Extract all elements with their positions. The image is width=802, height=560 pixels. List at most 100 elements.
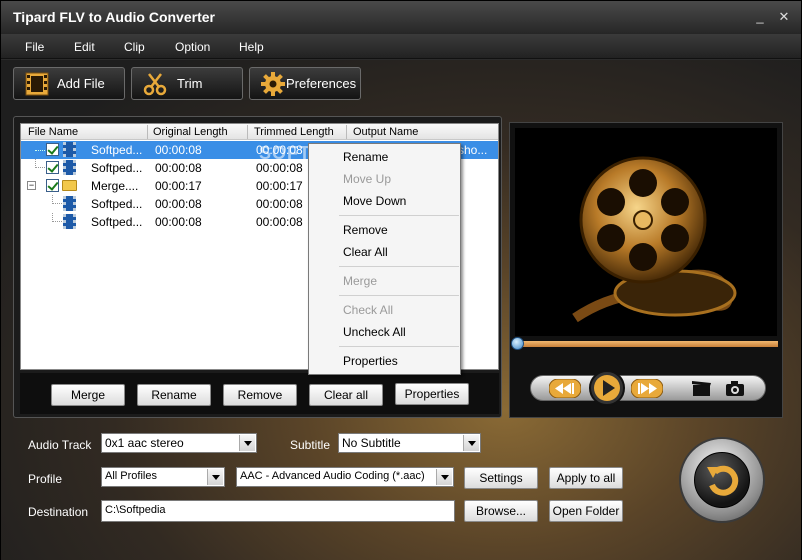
audio-track-label: Audio Track xyxy=(28,438,92,452)
video-preview xyxy=(515,128,777,336)
destination-field[interactable] xyxy=(101,500,455,522)
open-folder-button[interactable]: Open Folder xyxy=(549,500,623,522)
add-file-button[interactable]: Add File xyxy=(13,67,125,100)
convert-button[interactable] xyxy=(679,437,765,523)
profile-label: Profile xyxy=(28,472,63,486)
close-button[interactable]: ✕ xyxy=(776,9,792,25)
remove-button[interactable]: Remove xyxy=(223,384,297,406)
ctx-properties[interactable]: Properties xyxy=(343,354,398,368)
menu-help[interactable]: Help xyxy=(239,40,264,54)
ctx-uncheck-all[interactable]: Uncheck All xyxy=(343,325,406,339)
ctx-move-down[interactable]: Move Down xyxy=(343,194,406,208)
chevron-down-icon xyxy=(239,435,255,451)
trim-label: Trim xyxy=(177,76,203,91)
cell-original-length: 00:00:08 xyxy=(155,143,202,157)
fast-forward-icon[interactable] xyxy=(631,379,663,398)
cell-file-name: Softped... xyxy=(91,197,143,211)
chevron-down-icon xyxy=(463,435,479,451)
profile-select[interactable]: AAC - Advanced Audio Coding (*.aac) xyxy=(236,467,454,487)
playback-controls xyxy=(530,370,766,406)
destination-input[interactable] xyxy=(105,504,445,516)
rename-button[interactable]: Rename xyxy=(137,384,211,406)
cell-file-name: Softped... xyxy=(91,215,143,229)
video-file-icon xyxy=(63,196,76,211)
col-divider[interactable] xyxy=(346,125,347,139)
play-icon[interactable] xyxy=(589,370,625,406)
cell-file-name: Softped... xyxy=(91,161,143,175)
trim-button[interactable]: Trim xyxy=(131,67,243,100)
convert-refresh-icon xyxy=(707,465,739,496)
col-file-name[interactable]: File Name xyxy=(28,126,78,138)
cell-trimmed-length: 00:00:17 xyxy=(256,179,303,193)
ctx-remove[interactable]: Remove xyxy=(343,223,388,237)
clear-all-button[interactable]: Clear all xyxy=(309,384,383,406)
collapse-expander[interactable]: − xyxy=(27,181,36,190)
ctx-check-all: Check All xyxy=(343,303,394,317)
file-list-header: File Name Original Length Trimmed Length… xyxy=(21,124,498,140)
audio-track-value: 0x1 aac stereo xyxy=(105,436,184,450)
cell-output-name: sho... xyxy=(458,143,488,157)
cell-original-length: 00:00:08 xyxy=(155,161,202,175)
subtitle-select[interactable]: No Subtitle xyxy=(338,433,481,453)
gear-icon xyxy=(261,72,285,96)
context-menu: Rename Move Up Move Down Remove Clear Al… xyxy=(308,143,461,375)
camera-icon[interactable] xyxy=(725,380,745,397)
video-file-icon xyxy=(63,160,76,175)
menu-separator xyxy=(339,295,459,296)
add-file-label: Add File xyxy=(57,76,105,91)
menu-edit[interactable]: Edit xyxy=(74,40,95,54)
tree-line xyxy=(52,195,62,204)
apply-to-all-button[interactable]: Apply to all xyxy=(549,467,623,489)
preferences-label: Preferences xyxy=(286,76,357,91)
window-title: Tipard FLV to Audio Converter xyxy=(13,9,215,25)
col-divider[interactable] xyxy=(247,125,248,139)
seek-bar[interactable] xyxy=(518,341,778,347)
rewind-icon[interactable] xyxy=(549,379,581,398)
profile-category-select[interactable]: All Profiles xyxy=(101,467,225,487)
ctx-merge: Merge xyxy=(343,274,378,288)
audio-track-select[interactable]: 0x1 aac stereo xyxy=(101,433,257,453)
preview-panel xyxy=(509,122,783,418)
scissors-icon xyxy=(143,73,167,96)
chevron-down-icon xyxy=(436,469,452,485)
cell-file-name: Softped... xyxy=(91,143,143,157)
list-button-bar: Merge Rename Remove Clear all Properties xyxy=(20,373,499,414)
clapperboard-icon[interactable] xyxy=(691,380,713,397)
film-strip-icon xyxy=(25,72,49,96)
menu-separator xyxy=(339,215,459,216)
merge-button[interactable]: Merge xyxy=(51,384,125,406)
properties-button[interactable]: Properties xyxy=(395,383,469,405)
row-checkbox[interactable] xyxy=(46,179,59,192)
menu-bar: File Edit Clip Option Help xyxy=(1,34,801,59)
video-file-icon xyxy=(63,142,76,157)
col-original-length[interactable]: Original Length xyxy=(153,126,228,138)
menu-separator xyxy=(339,346,459,347)
profile-category-value: All Profiles xyxy=(105,470,157,482)
cell-original-length: 00:00:08 xyxy=(155,215,202,229)
col-trimmed-length[interactable]: Trimmed Length xyxy=(254,126,334,138)
ctx-clear-all[interactable]: Clear All xyxy=(343,245,388,259)
video-file-icon xyxy=(63,214,76,229)
app-window: Tipard FLV to Audio Converter _ ✕ File E… xyxy=(0,0,802,560)
cell-file-name: Merge.... xyxy=(91,179,139,193)
menu-clip[interactable]: Clip xyxy=(124,40,145,54)
menu-separator xyxy=(339,266,459,267)
destination-label: Destination xyxy=(28,505,89,519)
col-divider[interactable] xyxy=(147,125,148,139)
chevron-down-icon xyxy=(207,469,223,485)
preferences-button[interactable]: Preferences xyxy=(249,67,361,100)
menu-option[interactable]: Option xyxy=(175,40,210,54)
col-output-name[interactable]: Output Name xyxy=(353,126,418,138)
row-checkbox[interactable] xyxy=(46,143,59,156)
settings-button[interactable]: Settings xyxy=(464,467,538,489)
minimize-button[interactable]: _ xyxy=(752,9,768,25)
seek-handle[interactable] xyxy=(511,337,524,350)
title-bar: Tipard FLV to Audio Converter _ ✕ xyxy=(1,1,801,34)
film-reel-image xyxy=(572,156,737,323)
row-checkbox[interactable] xyxy=(46,161,59,174)
menu-file[interactable]: File xyxy=(25,40,44,54)
subtitle-value: No Subtitle xyxy=(342,436,401,450)
ctx-rename[interactable]: Rename xyxy=(343,150,388,164)
cell-trimmed-length: 00:00:08 xyxy=(256,197,303,211)
browse-button[interactable]: Browse... xyxy=(464,500,538,522)
